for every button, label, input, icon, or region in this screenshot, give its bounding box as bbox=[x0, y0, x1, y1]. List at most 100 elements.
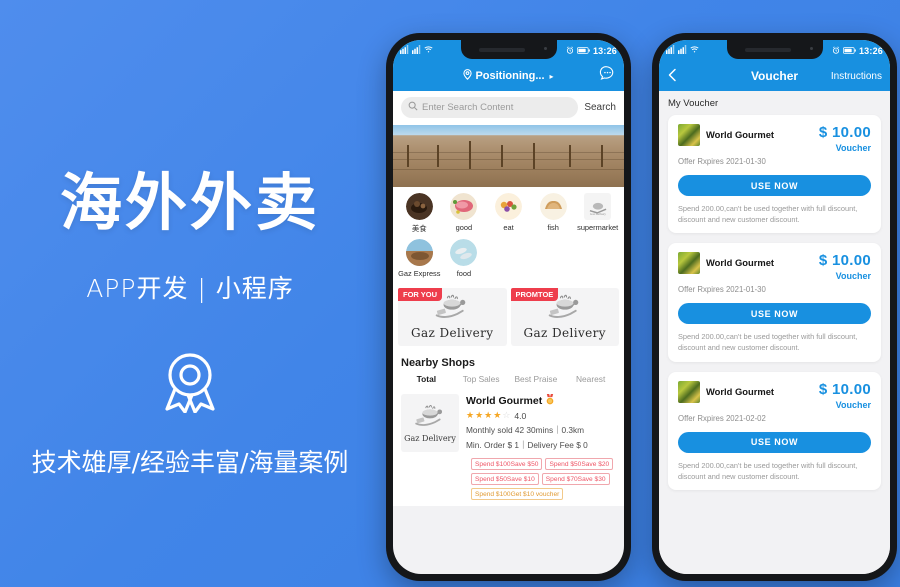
location-label: Positioning... bbox=[475, 70, 545, 82]
promo-tag[interactable]: Spend $70Save $30 bbox=[541, 473, 610, 485]
food-bowl-photo bbox=[405, 193, 433, 220]
phone-notch bbox=[460, 40, 557, 59]
food-dish-photo bbox=[678, 252, 700, 275]
category-item-0[interactable]: 美食 bbox=[397, 193, 442, 234]
sort-tab-nearest[interactable]: Nearest bbox=[565, 374, 616, 384]
voucher-card[interactable]: World Gourmet $ 10.00 Voucher Offer Rxpi… bbox=[668, 371, 881, 491]
promo-tag[interactable]: Spend $100Save $50 bbox=[471, 458, 543, 470]
chat-bubble-icon[interactable] bbox=[599, 65, 616, 87]
voucher-description: Spend 200.00,can't be used together with… bbox=[678, 332, 858, 353]
use-now-button[interactable]: USE NOW bbox=[678, 303, 871, 325]
phone-screen-home: 13:26 Positioning... ▸ Enter Search Cont… bbox=[393, 40, 624, 574]
signal-bars-icon bbox=[666, 45, 675, 56]
use-now-button[interactable]: USE NOW bbox=[678, 175, 871, 196]
shop-info: World Gourmet ★ ★ ★ ★ ☆ 4.0 Monthly sold… bbox=[466, 394, 616, 452]
category-label: 美食 bbox=[411, 224, 427, 233]
status-bar-right: 13:26 bbox=[832, 46, 883, 56]
voucher-card-top: World Gourmet $ 10.00 Voucher bbox=[678, 380, 871, 410]
category-item-6[interactable]: food bbox=[442, 239, 487, 278]
beach-photo bbox=[405, 239, 433, 266]
medal-icon bbox=[545, 394, 555, 408]
shop-logo: Gaz Delivery bbox=[401, 394, 459, 452]
voucher-amount: $ 10.00 bbox=[818, 124, 871, 141]
status-bar-time: 13:26 bbox=[858, 45, 883, 56]
battery-icon bbox=[576, 46, 590, 56]
voucher-amount: $ 10.00 bbox=[818, 252, 871, 270]
wifi-icon bbox=[424, 45, 433, 56]
category-item-5[interactable]: Gaz Express bbox=[397, 239, 442, 278]
voucher-shop-name: World Gourmet bbox=[706, 385, 775, 397]
marketing-panel: 海外外卖 APP开发 | 小程序 技术雄厚/经验丰富/海量案例 bbox=[0, 0, 380, 587]
category-item-4[interactable]: Gaz Delivery supermarket bbox=[575, 193, 620, 234]
sort-tab-top-sales[interactable]: Top Sales bbox=[456, 374, 507, 384]
category-label: supermarket bbox=[577, 223, 619, 232]
voucher-card[interactable]: World Gourmet $ 10.00 Voucher Offer Rxpi… bbox=[668, 115, 881, 234]
sort-tabs: Total Top Sales Best Praise Nearest bbox=[393, 372, 624, 391]
category-label: fish bbox=[547, 223, 559, 232]
chevron-left-icon[interactable] bbox=[667, 68, 678, 84]
fruit-basket-photo bbox=[494, 193, 522, 220]
star-icon: ★ bbox=[475, 410, 484, 420]
promo-banner-1[interactable]: PROMTOE Gaz Delivery bbox=[510, 288, 619, 346]
instructions-button[interactable]: Instructions bbox=[831, 71, 882, 82]
promo-tag[interactable]: Spend $100Get $10 voucher bbox=[471, 488, 564, 500]
nearby-shops-title: Nearby Shops bbox=[393, 352, 624, 372]
phone-mockup-home: 13:26 Positioning... ▸ Enter Search Cont… bbox=[386, 33, 631, 581]
category-label: Gaz Express bbox=[398, 269, 441, 278]
voucher-card[interactable]: World Gourmet $ 10.00 Voucher Offer Rxpi… bbox=[668, 243, 881, 362]
search-input[interactable]: Enter Search Content bbox=[401, 97, 579, 118]
promo-banner-row: FOR YOU Gaz Delivery PROMTOE Gaz Deliver… bbox=[393, 283, 624, 352]
sort-tab-best-praise[interactable]: Best Praise bbox=[511, 374, 562, 384]
promo-tag[interactable]: Spend $50Save $20 bbox=[545, 458, 614, 470]
voucher-expiry: Offer Rxpires 2021-01-30 bbox=[678, 157, 766, 166]
category-item-2[interactable]: eat bbox=[486, 193, 531, 234]
voucher-amount-label: Voucher bbox=[835, 143, 871, 153]
voucher-shop-name: World Gourmet bbox=[706, 129, 775, 140]
category-item-3[interactable]: fish bbox=[531, 193, 576, 234]
voucher-card-top: World Gourmet $ 10.00 Voucher bbox=[678, 252, 871, 281]
voucher-list-body: My Voucher World Gourmet $ 10.00 Voucher… bbox=[659, 91, 890, 574]
poster-stage: 海外外卖 APP开发 | 小程序 技术雄厚/经验丰富/海量案例 13:26 Po… bbox=[0, 0, 900, 587]
bowl-in-hand-logo bbox=[412, 404, 448, 433]
fish-plate-photo bbox=[450, 239, 478, 266]
raw-meat-photo bbox=[450, 193, 478, 220]
promo-tag[interactable]: Spend $50Save $10 bbox=[471, 473, 539, 485]
voucher-amount-label: Voucher bbox=[835, 399, 871, 410]
category-label: good bbox=[455, 223, 473, 232]
sort-tab-total[interactable]: Total bbox=[401, 374, 452, 384]
shop-name-row: World Gourmet bbox=[466, 394, 616, 408]
rating-stars: ★ ★ ★ ★ ☆ 4.0 bbox=[466, 410, 616, 421]
voucher-card-top: World Gourmet $ 10.00 Voucher bbox=[678, 124, 871, 153]
category-item-1[interactable]: good bbox=[442, 193, 487, 234]
voucher-description: Spend 200.00,can't be used together with… bbox=[678, 204, 858, 224]
location-selector[interactable]: Positioning... ▸ bbox=[463, 69, 554, 83]
svg-text:Gaz Delivery: Gaz Delivery bbox=[590, 212, 606, 216]
status-bar-left bbox=[666, 45, 699, 56]
voucher-amount: $ 10.00 bbox=[818, 380, 871, 398]
voucher-expiry: Offer Rxpires 2021-02-02 bbox=[678, 413, 766, 423]
search-button[interactable]: Search bbox=[584, 102, 616, 113]
alarm-clock-icon bbox=[566, 46, 574, 56]
promo-banner-0[interactable]: FOR YOU Gaz Delivery bbox=[398, 288, 507, 346]
shop-promo-tags: Spend $100Save $50 Spend $50Save $20 Spe… bbox=[393, 458, 624, 506]
search-row: Enter Search Content Search bbox=[393, 91, 624, 125]
home-app-header: Positioning... ▸ bbox=[393, 61, 624, 91]
category-row: Gaz Express food bbox=[397, 239, 620, 278]
shop-list-item[interactable]: Gaz Delivery World Gourmet ★ ★ ★ ★ ☆ 4.0… bbox=[393, 391, 624, 458]
category-label: eat bbox=[503, 223, 514, 232]
banner-tag: FOR YOU bbox=[398, 288, 443, 301]
shop-meta-sales: Monthly sold 42 30mins｜0.3km bbox=[466, 425, 585, 435]
alarm-clock-icon bbox=[832, 46, 840, 56]
battery-icon bbox=[842, 46, 856, 56]
use-now-button[interactable]: USE NOW bbox=[678, 431, 871, 453]
star-icon: ★ bbox=[493, 410, 502, 420]
category-row: 美食 good eat fish Gaz Delivery supermarke… bbox=[397, 193, 620, 234]
category-empty bbox=[531, 239, 576, 278]
shop-logo-name: Gaz Delivery bbox=[404, 433, 456, 443]
category-label: food bbox=[456, 269, 472, 278]
banner-tag: PROMTOE bbox=[510, 288, 559, 301]
hero-banner-image[interactable] bbox=[393, 125, 624, 187]
search-icon bbox=[408, 101, 418, 114]
promo-footer-text: 技术雄厚/经验丰富/海量案例 bbox=[31, 448, 349, 478]
page-title: 海外外卖 bbox=[59, 166, 320, 239]
